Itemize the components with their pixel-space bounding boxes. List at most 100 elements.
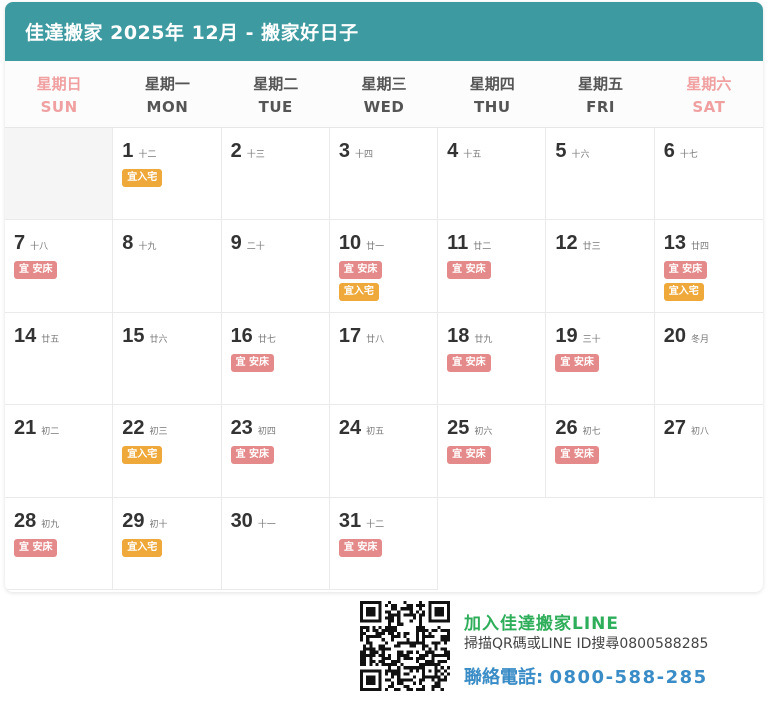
day-cell-29[interactable]: 29 初十 宜入宅 [113,497,222,590]
day-number: 8 [122,232,134,255]
weekday-mon: 星期一 MON [113,61,221,127]
day-number: 20 [663,324,686,347]
weekday-wed: 星期三 WED [330,61,438,127]
day-number: 16 [230,324,253,347]
lunar-date: 廿八 [366,334,385,345]
weekday-en-label: TUE [258,97,293,116]
qr-code-icon[interactable] [360,601,450,691]
day-number: 25 [447,417,470,440]
weekday-zh-label: 星期二 [253,74,299,93]
trailing-empty-cell [438,498,546,590]
lunar-date: 十六 [571,150,590,160]
lunar-date: 廿五 [41,334,60,345]
day-cell-9[interactable]: 9 二十 [221,220,330,313]
lunar-date: 初三 [149,427,168,438]
weekday-en-label: THU [474,97,511,116]
day-cell-3[interactable]: 3 十四 [329,128,439,221]
day-cell-27[interactable]: 27 初八 [654,405,763,498]
tag-install-bed: 宜 安床 [555,353,599,372]
day-cell-19[interactable]: 19 三十宜 安床 [546,312,655,406]
weekday-zh-label: 星期日 [36,74,82,93]
lunar-date: 廿九 [474,334,493,345]
day-cell-31[interactable]: 31 十二宜 安床 [329,497,439,590]
tag-move-in: 宜入宅 [122,169,163,187]
lunar-date: 廿二 [473,242,492,253]
lunar-date: 十八 [30,242,49,253]
contact-phone[interactable]: 聯絡電話: 0800-588-285 [464,663,708,689]
lunar-date: 十四 [354,150,373,160]
tag-install-bed: 宜 安床 [663,261,708,280]
day-cell-28[interactable]: 28 初九宜 安床 [5,497,114,590]
lunar-date: 十五 [463,150,482,160]
lunar-date: 廿七 [257,334,276,345]
day-cell-10[interactable]: 10 廿一宜 安床宜入宅 [329,220,439,313]
contact-phone-number[interactable]: 0800-588-285 [549,667,707,688]
tag-move-in: 宜入宅 [663,283,704,302]
day-number: 4 [447,140,459,162]
day-number: 17 [338,324,362,347]
day-number: 26 [555,417,578,440]
tag-install-bed: 宜 安床 [338,261,383,280]
tag-move-in: 宜入宅 [122,446,163,465]
day-cell-16[interactable]: 16 廿七宜 安床 [221,312,330,406]
day-cell-22[interactable]: 22 初三 宜入宅 [113,405,222,498]
calendar-card: 佳達搬家 2025年 12月 - 搬家好日子 星期日 SUN 星期一 MON 星期二 TU… [5,2,763,592]
tag-install-bed: 宜 安床 [14,538,58,557]
lunar-date: 廿一 [366,242,385,253]
tag-move-in: 宜入宅 [338,283,379,302]
day-cell-17[interactable]: 17 廿八 [329,312,439,406]
day-cell-8[interactable]: 8 十九 [113,220,222,313]
day-cell-2[interactable]: 2 十三 [221,128,330,221]
day-number: 27 [663,417,686,440]
calendar-title: 佳達搬家 2025年 12月 - 搬家好日子 [25,22,359,44]
day-cell-30[interactable]: 30 十一 [221,497,330,590]
day-cell-18[interactable]: 18 廿九宜 安床 [438,312,547,406]
day-cell-15[interactable]: 15 廿六 [113,312,222,406]
lunar-date: 十二 [366,519,385,530]
day-cell-4[interactable]: 4 十五 [438,128,547,221]
day-cell-24[interactable]: 24 初五 [329,405,439,498]
day-cell-23[interactable]: 23 初四宜 安床 [221,405,330,498]
lunar-date: 初二 [41,427,60,438]
lunar-date: 冬月 [690,334,709,345]
lunar-date: 十九 [138,242,157,253]
day-cell-14[interactable]: 14 廿五 [5,312,114,406]
line-promo: 加入佳達搬家LINE 掃描QR碼或LINE ID搜尋0800588285 聯絡電… [360,601,760,693]
lunar-date: 十三 [246,150,265,160]
weekday-header-row: 星期日 SUN 星期一 MON 星期二 TUE 星期三 WED 星期四 THU 星期五 FRI 星期六 S… [5,61,763,128]
line-promo-subtitle: 掃描QR碼或LINE ID搜尋0800588285 [464,636,709,652]
day-cell-6[interactable]: 6 十七 [654,128,763,221]
lunar-date: 初六 [474,427,493,438]
day-cell-25[interactable]: 25 初六宜 安床 [438,405,547,498]
day-cell-1[interactable]: 1 十二 宜入宅 [113,128,222,221]
day-cell-26[interactable]: 26 初七宜 安床 [546,405,655,498]
day-number: 1 [122,140,134,162]
day-cell-11[interactable]: 11 廿二宜 安床 [438,220,547,313]
lunar-date: 初九 [41,519,60,530]
lunar-date: 二十 [246,242,265,253]
day-number: 21 [14,417,37,440]
day-number: 15 [122,324,145,347]
lunar-date: 三十 [582,334,601,345]
empty-day-cell [5,128,114,221]
day-number: 10 [338,232,362,255]
lunar-date: 初八 [690,427,709,438]
day-cell-13[interactable]: 13 廿四宜 安床 宜入宅 [654,220,763,313]
weekday-en-label: FRI [586,97,615,116]
weekday-zh-label: 星期五 [578,74,624,93]
day-number: 19 [555,324,578,347]
weekday-en-label: MON [146,97,189,116]
weekday-en-label: WED [363,97,405,116]
lunar-date: 初七 [582,427,601,438]
weekday-sat: 星期六 SAT [655,61,763,127]
day-cell-20[interactable]: 20 冬月 [654,313,763,406]
day-number: 28 [14,509,37,532]
day-cell-21[interactable]: 21 初二 [5,405,114,498]
tag-move-in: 宜入宅 [122,538,163,557]
day-cell-12[interactable]: 12 廿三 [546,220,655,313]
calendar-header: 佳達搬家 2025年 12月 - 搬家好日子 [5,2,763,61]
tag-install-bed: 宜 安床 [338,538,383,557]
weekday-en-label: SUN [40,97,78,116]
day-cell-5[interactable]: 5 十六 [546,128,655,221]
day-cell-7[interactable]: 7 十八宜 安床 [5,220,114,313]
